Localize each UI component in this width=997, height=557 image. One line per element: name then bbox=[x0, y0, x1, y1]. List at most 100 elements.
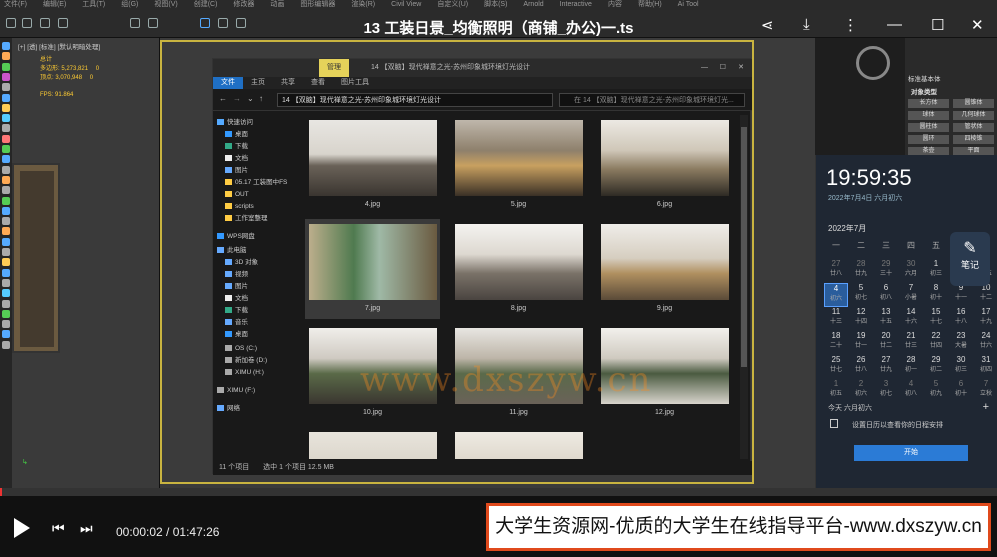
menu-item[interactable]: 编辑(E) bbox=[43, 0, 66, 10]
calendar-day[interactable]: 6 初十 bbox=[949, 379, 973, 403]
nav-item[interactable]: 05.17 工装图中FS bbox=[225, 177, 287, 189]
nav-item[interactable]: 图片 bbox=[225, 165, 248, 177]
tool-icon[interactable] bbox=[2, 289, 10, 298]
search-input[interactable]: 在 14 【双脑】现代禅意之光-苏州印象城环境灯光... bbox=[559, 93, 745, 107]
menu-item[interactable]: 创建(C) bbox=[194, 0, 218, 10]
calendar-day[interactable]: 5 初九 bbox=[924, 379, 948, 403]
close-icon[interactable]: ✕ bbox=[971, 16, 984, 34]
nav-item[interactable]: XIMU (F:) bbox=[217, 385, 255, 397]
menu-item[interactable]: 文件(F) bbox=[4, 0, 27, 10]
file-scrollbar[interactable] bbox=[740, 115, 748, 459]
prev-icon[interactable]: ⏮ bbox=[52, 520, 65, 537]
tool-icon[interactable] bbox=[2, 83, 10, 92]
menu-item[interactable]: 脚本(S) bbox=[484, 0, 507, 10]
maximize-icon[interactable]: ☐ bbox=[931, 16, 944, 34]
calendar-day[interactable]: 7 立秋 bbox=[974, 379, 997, 403]
tool-icon[interactable] bbox=[2, 330, 10, 339]
tool-icon[interactable] bbox=[2, 93, 10, 102]
dropdown-icon[interactable]: ⌄ bbox=[247, 94, 254, 103]
calendar-day[interactable]: 21 廿三 bbox=[899, 331, 923, 355]
menu-item[interactable]: 帮助(H) bbox=[638, 0, 662, 10]
manage-tab[interactable]: 管理 bbox=[319, 59, 349, 77]
nav-item[interactable]: 网络 bbox=[217, 403, 240, 415]
nav-item[interactable]: 工作室整理 bbox=[225, 213, 268, 225]
file-item[interactable]: 6.jpg bbox=[597, 115, 732, 215]
create-button[interactable]: 球体 bbox=[908, 111, 949, 120]
up-icon[interactable]: ↑ bbox=[259, 94, 263, 103]
tool-icon[interactable] bbox=[2, 175, 10, 184]
nav-item[interactable]: 下载 bbox=[225, 305, 248, 317]
calendar-day[interactable]: 22 廿四 bbox=[924, 331, 948, 355]
nav-item[interactable]: 新加卷 (D:) bbox=[225, 355, 267, 367]
nav-item[interactable]: scripts bbox=[225, 201, 254, 213]
create-button[interactable]: 长方体 bbox=[908, 99, 949, 108]
calendar-day[interactable]: 7 小暑 bbox=[899, 283, 923, 307]
note-button[interactable]: ✎ 笔记 bbox=[950, 232, 990, 286]
calendar-day[interactable]: 17 十九 bbox=[974, 307, 997, 331]
tool-icon[interactable] bbox=[2, 155, 10, 164]
menu-item[interactable]: 视图(V) bbox=[154, 0, 177, 10]
tool-icon[interactable] bbox=[2, 114, 10, 123]
back-icon[interactable]: ← bbox=[219, 94, 227, 103]
nav-item[interactable]: WPS网盘 bbox=[217, 231, 255, 243]
nav-item[interactable]: 文档 bbox=[225, 153, 248, 165]
menu-item[interactable]: Arnold bbox=[523, 0, 543, 10]
tool-icon[interactable] bbox=[2, 299, 10, 308]
menu-item[interactable]: 自定义(U) bbox=[437, 0, 468, 10]
menu-item[interactable]: Ai Tool bbox=[678, 0, 699, 10]
file-item[interactable] bbox=[305, 427, 440, 459]
nav-item[interactable]: 图片 bbox=[225, 281, 248, 293]
minimize-icon[interactable]: — bbox=[887, 16, 902, 33]
calendar-day[interactable]: 30 初三 bbox=[949, 355, 973, 379]
calendar-day[interactable]: 13 十五 bbox=[874, 307, 898, 331]
calendar-day[interactable]: 24 廿六 bbox=[974, 331, 997, 355]
nav-item[interactable]: 3D 对象 bbox=[225, 257, 258, 269]
calendar-day[interactable]: 26 廿八 bbox=[849, 355, 873, 379]
tool-icon[interactable] bbox=[2, 206, 10, 215]
menu-item[interactable]: 渲染(R) bbox=[351, 0, 375, 10]
tool-icon[interactable] bbox=[2, 72, 10, 81]
calendar-day[interactable]: 11 十三 bbox=[824, 307, 848, 331]
nav-item[interactable]: 下载 bbox=[225, 141, 248, 153]
calendar-day[interactable]: 23 大暑 bbox=[949, 331, 973, 355]
viewcube-icon[interactable] bbox=[856, 46, 890, 80]
calendar-day[interactable]: 31 初四 bbox=[974, 355, 997, 379]
nav-item[interactable]: 音乐 bbox=[225, 317, 248, 329]
nav-item[interactable]: 视频 bbox=[225, 269, 248, 281]
menu-item[interactable]: 内容 bbox=[608, 0, 622, 10]
scrollbar-thumb[interactable] bbox=[741, 127, 747, 367]
progress-bar[interactable] bbox=[0, 488, 997, 496]
calendar-day[interactable]: 6 初八 bbox=[874, 283, 898, 307]
tool-icon[interactable] bbox=[2, 62, 10, 71]
menu-item[interactable]: Civil View bbox=[391, 0, 421, 10]
file-item[interactable]: 4.jpg bbox=[305, 115, 440, 215]
tool-icon[interactable] bbox=[2, 145, 10, 153]
start-button[interactable]: 开始 bbox=[854, 445, 968, 461]
ribbon-tab[interactable]: 共享 bbox=[273, 77, 303, 89]
tool-icon[interactable] bbox=[2, 165, 10, 174]
tool-icon[interactable] bbox=[2, 340, 10, 349]
tool-icon[interactable] bbox=[2, 268, 10, 277]
tool-icon[interactable] bbox=[2, 134, 10, 143]
calendar-day[interactable]: 4 初八 bbox=[899, 379, 923, 403]
tool-icon[interactable] bbox=[2, 103, 10, 112]
nav-item[interactable]: OS (C:) bbox=[225, 343, 257, 355]
explorer-close-icon[interactable]: ✕ bbox=[738, 59, 744, 77]
tool-icon[interactable] bbox=[2, 248, 10, 256]
address-input[interactable]: 14 【双脑】现代禅意之光-苏州印象城环境灯光设计 bbox=[277, 93, 553, 107]
calendar-day[interactable]: 5 初七 bbox=[849, 283, 873, 307]
ribbon-tab[interactable]: 文件 bbox=[213, 77, 243, 89]
clock-date[interactable]: 2022年7月4日 六月初六 bbox=[828, 193, 902, 203]
next-icon[interactable]: ⏭ bbox=[80, 520, 93, 537]
create-button[interactable]: 圆柱体 bbox=[908, 123, 949, 132]
calendar-day[interactable]: 29 三十 bbox=[874, 259, 898, 283]
calendar-day[interactable]: 30 六月 bbox=[899, 259, 923, 283]
more-icon[interactable]: ⋮ bbox=[843, 16, 858, 34]
tool-icon[interactable] bbox=[2, 42, 10, 50]
create-button[interactable]: 圆锥体 bbox=[953, 99, 994, 108]
forward-icon[interactable]: → bbox=[233, 94, 241, 103]
tool-icon[interactable] bbox=[2, 52, 10, 61]
calendar-day[interactable]: 18 二十 bbox=[824, 331, 848, 355]
tool-icon[interactable] bbox=[2, 196, 10, 205]
calendar-day[interactable]: 14 十六 bbox=[899, 307, 923, 331]
